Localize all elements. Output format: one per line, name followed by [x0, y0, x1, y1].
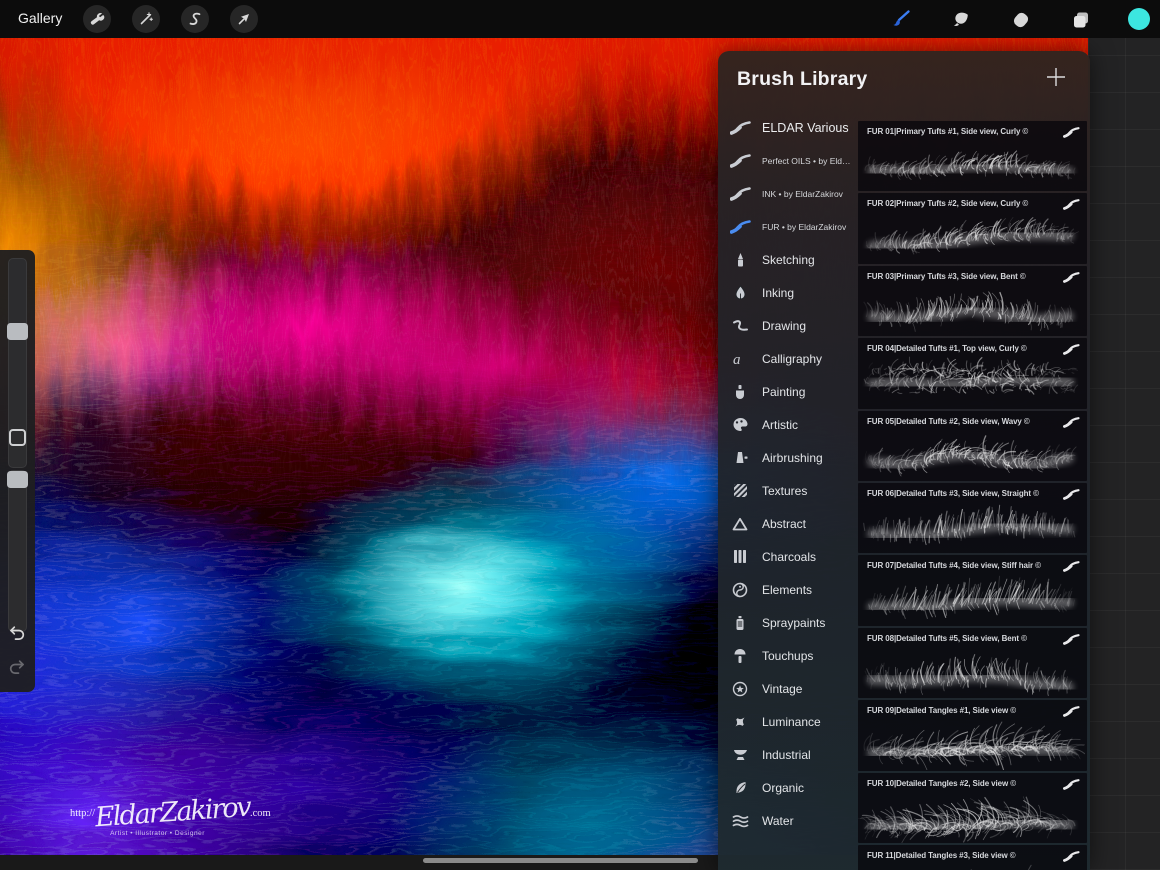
brush-item[interactable]: FUR 11|Detailed Tangles #3, Side view ©	[858, 844, 1087, 870]
signature-script: EldarZakirov	[94, 791, 251, 834]
redo-button[interactable]	[6, 656, 28, 678]
brush-preview-stroke	[858, 208, 1085, 263]
brush-preview-stroke	[858, 353, 1085, 408]
brush-preview-stroke	[858, 498, 1085, 553]
procreate-app: http:// EldarZakirov .com Artist • Illus…	[0, 0, 1160, 870]
selection-icon[interactable]	[181, 5, 209, 33]
brush-preview-stroke	[858, 860, 1085, 870]
brush-opacity-slider[interactable]	[8, 470, 27, 632]
artist-signature: http:// EldarZakirov .com Artist • Illus…	[70, 792, 290, 837]
brush-set-item[interactable]: Drawing	[718, 309, 858, 342]
brush-item[interactable]: FUR 09|Detailed Tangles #1, Side view ©	[858, 700, 1090, 773]
brush-set-item[interactable]: Abstract	[718, 507, 858, 540]
brush-item[interactable]: FUR 05|Detailed Tufts #2, Side view, Wav…	[858, 410, 1087, 481]
brush-set-item[interactable]: Airbrushing	[718, 441, 858, 474]
gallery-button[interactable]: Gallery	[18, 10, 62, 26]
brush-item[interactable]: FUR 01|Primary Tufts #1, Side view, Curl…	[858, 121, 1087, 192]
layers-icon[interactable]	[1066, 5, 1096, 35]
brush-set-item[interactable]: Elements	[718, 573, 858, 606]
undo-button[interactable]	[6, 622, 28, 644]
brush-set-item[interactable]: Water	[718, 804, 858, 837]
brush-set-item[interactable]: Vintage	[718, 672, 858, 705]
modify-button[interactable]	[9, 429, 26, 446]
brush-set-item[interactable]: Touchups	[718, 639, 858, 672]
top-toolbar: Gallery	[0, 0, 1160, 38]
brush-preview-stroke	[858, 426, 1085, 481]
brush-preview-stroke	[858, 281, 1085, 336]
brush-set-item[interactable]: Organic	[718, 771, 858, 804]
smudge-tool-icon[interactable]	[946, 5, 976, 35]
signature-prefix: http://	[70, 807, 96, 819]
brush-library-header: Brush Library	[718, 51, 1090, 101]
brush-set-item[interactable]: Industrial	[718, 738, 858, 771]
brush-set-item[interactable]: Sketching	[718, 243, 858, 276]
panel-title: Brush Library	[737, 68, 868, 90]
brush-set-list: ELDAR Various Perfect OILS • by Eld… INK…	[718, 101, 858, 870]
brush-item[interactable]: FUR 10|Detailed Tangles #2, Side view ©	[855, 772, 1087, 844]
brush-set-item[interactable]: INK • by EldarZakirov	[718, 177, 858, 210]
add-brush-button[interactable]	[1044, 65, 1068, 89]
brush-item[interactable]: FUR 04|Detailed Tufts #1, Top view, Curl…	[858, 338, 1087, 409]
brush-tool-icon[interactable]	[885, 5, 915, 35]
svg-text:a: a	[733, 352, 741, 366]
brush-preview-stroke	[855, 788, 1085, 844]
eraser-tool-icon[interactable]	[1006, 5, 1036, 35]
brush-preview-stroke	[858, 643, 1085, 698]
brush-set-item[interactable]: Spraypaints	[718, 606, 858, 639]
brush-set-item[interactable]: Charcoals	[718, 540, 858, 573]
brush-set-item[interactable]: Inking	[718, 276, 858, 309]
brush-item[interactable]: FUR 07|Detailed Tufts #4, Side view, Sti…	[858, 555, 1087, 626]
brush-set-item[interactable]: a Calligraphy	[718, 342, 858, 375]
brush-preview-stroke	[858, 136, 1085, 191]
color-swatch[interactable]	[1128, 8, 1150, 30]
brush-set-item[interactable]: Luminance	[718, 705, 858, 738]
brush-preview-stroke	[858, 715, 1090, 773]
actions-wrench-icon[interactable]	[83, 5, 111, 33]
brush-preview-stroke	[858, 570, 1085, 625]
brush-size-handle[interactable]	[7, 323, 28, 340]
signature-suffix: .com	[250, 807, 271, 819]
home-indicator[interactable]	[423, 858, 698, 863]
brush-set-item[interactable]: Artistic	[718, 408, 858, 441]
brush-item[interactable]: FUR 06|Detailed Tufts #3, Side view, Str…	[858, 482, 1087, 554]
brush-list: FUR 01|Primary Tufts #1, Side view, Curl…	[855, 101, 1090, 870]
brush-set-item[interactable]: FUR • by EldarZakirov	[718, 210, 858, 243]
brush-item[interactable]: FUR 03|Primary Tufts #3, Side view, Bent…	[858, 265, 1087, 337]
brush-opacity-handle[interactable]	[7, 471, 28, 488]
brush-library-panel: Brush Library ELDAR Various Perfect OILS…	[718, 51, 1090, 870]
brush-item[interactable]: FUR 02|Primary Tufts #2, Side view, Curl…	[858, 193, 1087, 264]
workspace-grid-background	[1088, 38, 1160, 870]
transform-arrow-icon[interactable]	[230, 5, 258, 33]
brush-set-item[interactable]: ELDAR Various	[718, 111, 858, 144]
adjustments-wand-icon[interactable]	[132, 5, 160, 33]
brush-set-item[interactable]: Painting	[718, 375, 858, 408]
brush-set-item[interactable]: Textures	[718, 474, 858, 507]
brush-item[interactable]: FUR 08|Detailed Tufts #5, Side view, Ben…	[858, 627, 1087, 699]
brush-set-item[interactable]: Perfect OILS • by Eld…	[718, 144, 858, 177]
brush-controls-sidebar	[0, 250, 35, 692]
